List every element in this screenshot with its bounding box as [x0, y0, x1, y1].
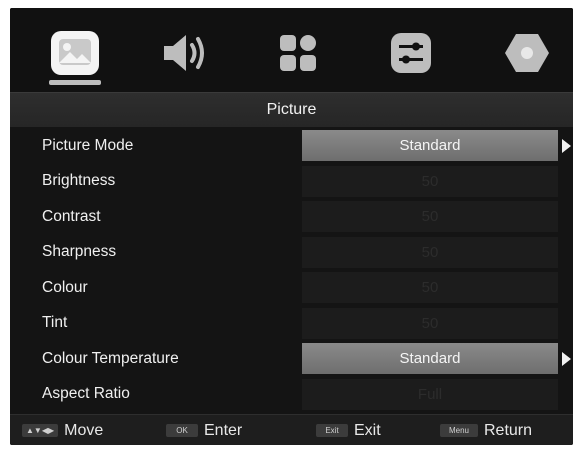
apps-icon	[280, 35, 316, 71]
help-label: Move	[64, 421, 104, 439]
selected-tab-indicator	[49, 80, 101, 85]
arrow-keys-icon: ▲▼◀▶	[22, 424, 59, 437]
picture-icon	[51, 31, 99, 75]
tab-sound[interactable]	[158, 26, 212, 80]
setting-label: Sharpness	[42, 243, 117, 261]
setting-row-sharpness[interactable]: Sharpness 50	[10, 235, 573, 271]
chevron-right-icon[interactable]	[562, 352, 571, 366]
help-return: Menu Return	[440, 415, 532, 445]
setting-row-brightness[interactable]: Brightness 50	[10, 164, 573, 200]
tab-picture[interactable]	[48, 26, 102, 80]
help-label: Return	[484, 421, 533, 439]
setting-row-colour[interactable]: Colour 50	[10, 270, 573, 306]
help-label: Exit	[354, 421, 381, 439]
settings-sliders-icon	[391, 33, 431, 73]
setting-label: Brightness	[42, 172, 116, 190]
setting-row-aspect-ratio[interactable]: Aspect Ratio Full	[10, 377, 573, 413]
setting-value[interactable]: Standard	[302, 343, 558, 374]
tv-menu-screen: Picture Picture Mode Standard Brightness…	[10, 8, 573, 445]
help-bar: ▲▼◀▶ Move OK Enter Exit Exit Menu Return	[10, 414, 573, 445]
settings-list: Picture Mode Standard Brightness 50 Cont…	[10, 128, 573, 412]
setting-value[interactable]: Standard	[302, 130, 558, 161]
setting-label: Contrast	[42, 207, 101, 225]
chevron-right-icon[interactable]	[562, 139, 571, 153]
lock-icon	[505, 34, 549, 72]
setting-row-contrast[interactable]: Contrast 50	[10, 199, 573, 235]
menu-tab-bar	[10, 8, 573, 92]
setting-label: Tint	[42, 314, 68, 332]
help-move: ▲▼◀▶ Move	[22, 415, 103, 445]
tab-settings[interactable]	[384, 26, 438, 80]
setting-row-picture-mode[interactable]: Picture Mode Standard	[10, 128, 573, 164]
setting-value[interactable]: 50	[302, 236, 558, 268]
ok-key-icon: OK	[166, 424, 198, 437]
setting-label: Aspect Ratio	[42, 385, 130, 403]
page-title: Picture	[10, 92, 573, 127]
help-enter: OK Enter	[166, 415, 242, 445]
menu-key-icon: Menu	[440, 424, 478, 437]
setting-label: Picture Mode	[42, 136, 134, 154]
tab-lock[interactable]	[500, 26, 554, 80]
setting-value[interactable]: 50	[302, 165, 558, 197]
setting-value[interactable]: 50	[302, 201, 558, 232]
tab-apps[interactable]	[271, 26, 325, 80]
exit-key-icon: Exit	[316, 424, 348, 437]
help-exit: Exit Exit	[316, 415, 381, 445]
setting-value[interactable]: 50	[302, 307, 558, 339]
setting-row-colour-temperature[interactable]: Colour Temperature Standard	[10, 341, 573, 377]
setting-label: Colour Temperature	[42, 349, 179, 367]
sound-icon	[164, 35, 204, 71]
setting-label: Colour	[42, 278, 88, 296]
setting-value[interactable]: 50	[302, 272, 558, 303]
help-label: Enter	[204, 421, 243, 439]
setting-value[interactable]: Full	[302, 378, 558, 410]
setting-row-tint[interactable]: Tint 50	[10, 306, 573, 342]
